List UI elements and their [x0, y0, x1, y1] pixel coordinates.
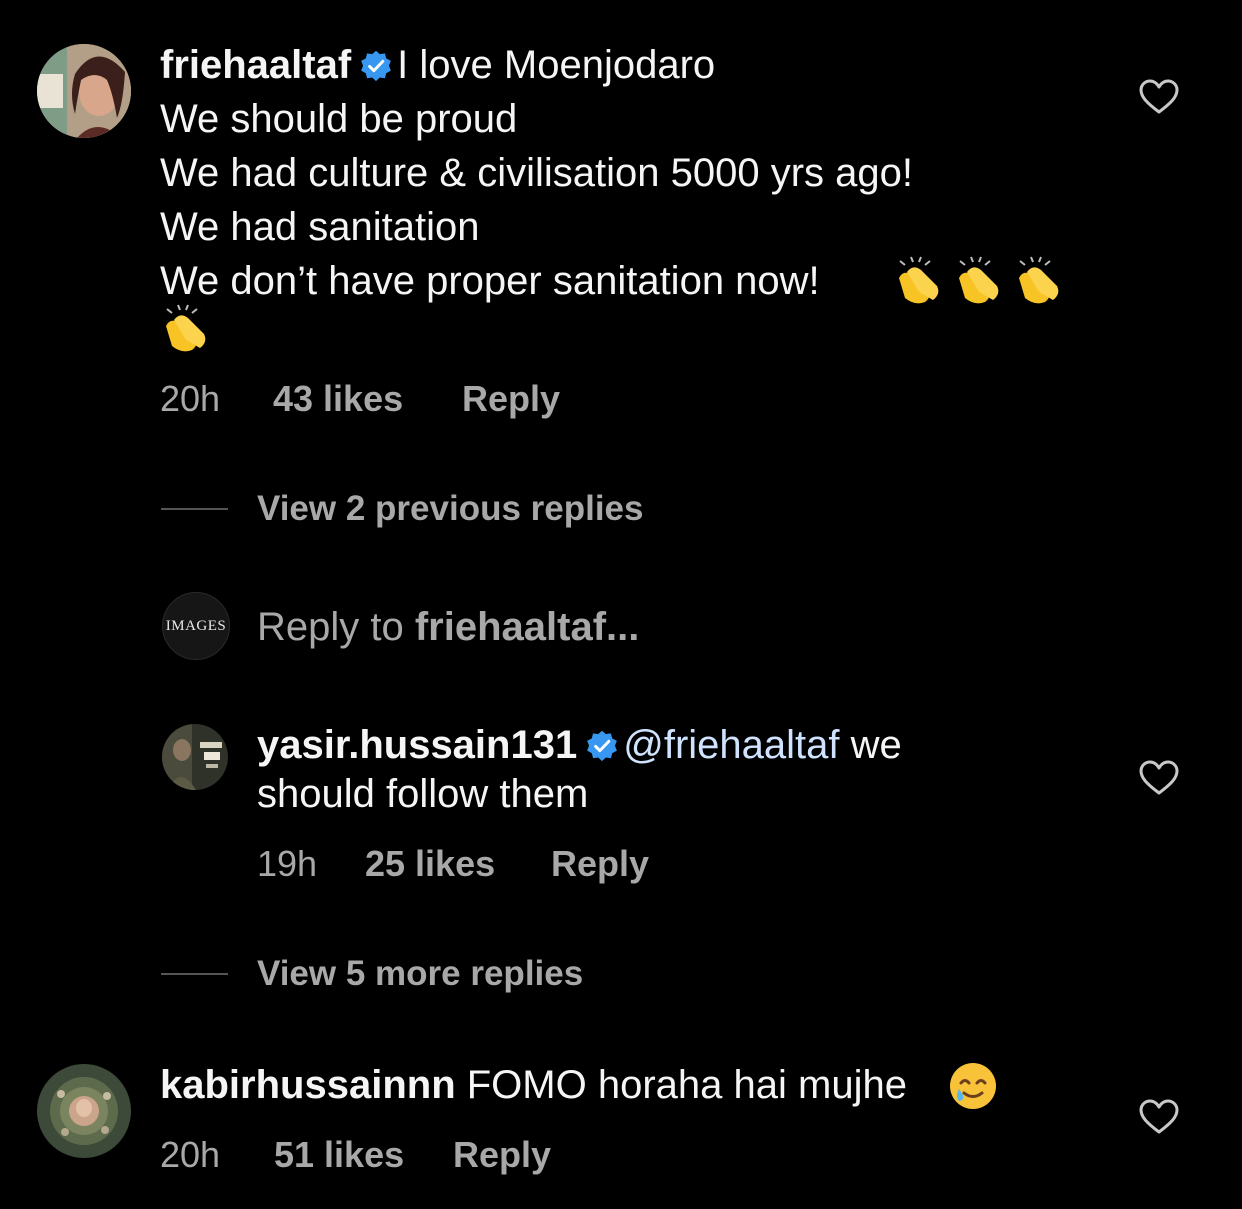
- reply-username[interactable]: yasir.hussain131: [257, 723, 577, 767]
- avatar-photo-icon: [162, 724, 228, 790]
- comment-line-5: We don’t have proper sanitation now!: [160, 254, 820, 308]
- like-heart-icon[interactable]: [1139, 1099, 1179, 1135]
- comment-text: kabirhussainnn FOMO horaha hai mujhe: [160, 1058, 907, 1112]
- reply-button[interactable]: Reply: [453, 1133, 551, 1177]
- smiling-tear-icon: [950, 1063, 996, 1109]
- comment-line-2: We should be proud: [160, 97, 518, 141]
- reply-text-line-2: should follow them: [257, 772, 589, 816]
- comment-line-4: We had sanitation: [160, 205, 480, 249]
- comment-line-1: I love Moenjodaro: [397, 43, 716, 87]
- verified-badge-icon: [587, 730, 618, 762]
- comment-line-3: We had culture & civilisation 5000 yrs a…: [160, 151, 913, 195]
- reply-text-line-1: yasir.hussain131 @friehaaltaf we: [257, 718, 902, 772]
- view-previous-replies-button[interactable]: View 2 previous replies: [257, 487, 644, 531]
- comment-likes[interactable]: 51 likes: [274, 1133, 404, 1177]
- view-more-replies-button[interactable]: View 5 more replies: [257, 952, 583, 996]
- smiling-tear-emoji: [947, 1061, 999, 1111]
- clapping-hands-icon: [166, 304, 206, 352]
- like-heart-icon[interactable]: [1139, 760, 1179, 796]
- reply-to-username: friehaaltaf...: [414, 605, 640, 649]
- thread-divider-line: [161, 508, 228, 510]
- images-logo: IMAGES: [165, 618, 227, 634]
- avatar-photo-icon: [37, 1064, 131, 1158]
- comment-meta: 20h 43 likes Reply: [160, 377, 660, 421]
- comment-meta: 20h 51 likes Reply: [160, 1133, 660, 1177]
- comment-time: 20h: [160, 378, 221, 419]
- reply-button[interactable]: Reply: [462, 377, 560, 421]
- reply-to-prompt[interactable]: Reply to friehaaltaf...: [257, 600, 639, 654]
- comment-text: friehaaltaf I love Moenjodaro: [160, 38, 715, 92]
- reply-likes[interactable]: 25 likes: [365, 842, 495, 886]
- thread-divider-line: [161, 973, 228, 975]
- clapping-hands-icon: [899, 256, 1060, 305]
- avatar[interactable]: [37, 1064, 131, 1158]
- verified-badge-icon: [361, 50, 392, 82]
- reply-text-suffix: we: [839, 723, 902, 767]
- reply-meta: 19h 25 likes Reply: [257, 842, 677, 886]
- avatar-photo-icon: [37, 44, 131, 138]
- avatar[interactable]: [162, 724, 228, 790]
- mention-link[interactable]: @friehaaltaf: [623, 723, 839, 767]
- comment-time: 20h: [160, 1134, 221, 1175]
- comment-body: FOMO horaha hai mujhe: [466, 1063, 907, 1107]
- comment-username[interactable]: kabirhussainnn: [160, 1063, 456, 1107]
- comment-likes[interactable]: 43 likes: [273, 377, 403, 421]
- like-heart-icon[interactable]: [1139, 79, 1179, 115]
- reply-time: 19h: [257, 843, 318, 884]
- comment-line-5-text: We don’t have proper sanitation now!: [160, 259, 820, 303]
- avatar: IMAGES: [162, 592, 230, 660]
- clapping-emoji-wrapped: [160, 302, 220, 354]
- clapping-emoji-group: [893, 256, 1073, 306]
- reply-button[interactable]: Reply: [551, 842, 649, 886]
- avatar[interactable]: [37, 44, 131, 138]
- reply-to-prefix: Reply to: [257, 605, 415, 649]
- comment-username[interactable]: friehaaltaf: [160, 43, 351, 87]
